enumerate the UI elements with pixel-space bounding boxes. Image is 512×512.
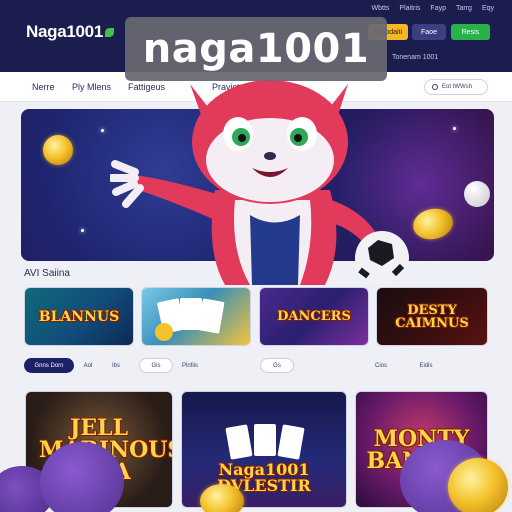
login-button[interactable]: Faoe [412,24,446,40]
brand-overlay-title: naga1001 [125,17,387,81]
game-card-4[interactable]: DESTY CAIMNUS [376,287,488,346]
nav-item-play[interactable]: Ply Mlens [72,82,111,92]
filter-tab[interactable]: Plnfiis [178,358,202,373]
leaf-icon [105,28,114,37]
promo-text: Tonenam 1001 [392,54,439,61]
top-link[interactable]: Fayp [430,5,446,12]
game-title: BLANNUS [38,308,120,325]
filter-tab[interactable]: Gs [260,358,294,373]
soccer-ball-icon [464,181,490,207]
top-link[interactable]: Plaitris [399,5,420,12]
playing-cards-icon [225,424,305,460]
game-card-2[interactable] [141,287,251,346]
filter-tab[interactable]: Eidis [412,358,440,373]
top-link[interactable]: Eqy [482,5,494,12]
sparkle-icon [81,229,84,232]
game-title: DANCERS [277,309,351,324]
mascot-character [110,80,409,285]
section-title: AVI Saiina [24,268,70,279]
logo-text: Naga1001 [26,22,103,41]
filter-tab[interactable]: Gis [139,358,173,373]
playing-cards-icon [155,297,225,341]
nav-item-home[interactable]: Nerre [32,82,55,92]
site-logo[interactable]: Naga1001 [26,22,114,42]
coin-icon [43,135,73,165]
sparkle-icon [453,127,456,130]
game-card-3[interactable]: DANCERS [259,287,369,346]
search-icon [432,84,438,90]
filter-tab[interactable]: Aol [78,358,98,373]
register-button[interactable]: Resis [451,24,490,40]
coin-icon [448,458,508,512]
filter-tab[interactable]: Ibs [104,358,128,373]
filter-tab-active[interactable]: Gnns Dorn [24,358,74,373]
game-card-1[interactable]: BLANNUS [24,287,134,346]
search-label: Eot tWWsh [442,84,473,90]
decorative-blob [40,442,124,512]
sparkle-icon [101,129,104,132]
top-link[interactable]: Tarrg [456,5,472,12]
coin-icon [200,484,244,512]
top-link[interactable]: Wbtts [372,5,390,12]
game-title: DESTY CAIMNUS [395,302,469,331]
search-button[interactable]: Eot tWWsh [424,79,488,95]
filter-tab[interactable]: Cios [368,358,394,373]
top-links: Wbtts Plaitris Fayp Tarrg Eqy [372,5,494,12]
